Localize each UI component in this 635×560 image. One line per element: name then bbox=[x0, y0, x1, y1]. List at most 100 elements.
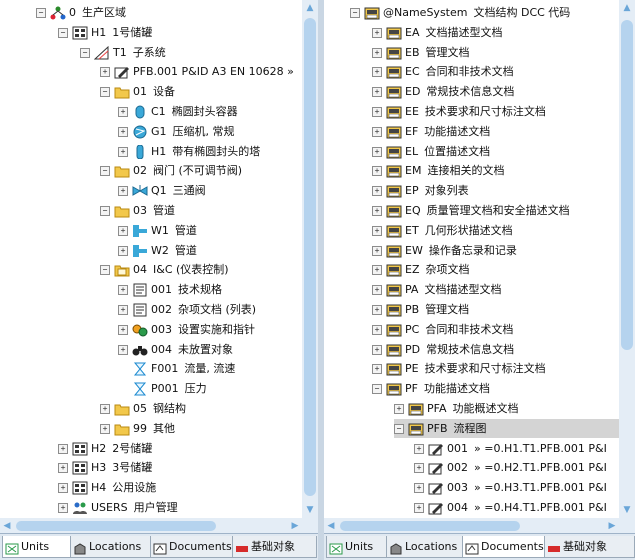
tree-node[interactable]: − 0 生产区域 bbox=[36, 3, 126, 22]
expand-toggle-icon[interactable]: + bbox=[372, 67, 382, 78]
tree-node[interactable]: + EM 连接相关的文档 bbox=[372, 161, 504, 180]
expand-toggle-icon[interactable]: + bbox=[414, 463, 424, 474]
tree-node[interactable]: − @NameSystem 文档结构 DCC 代码 bbox=[350, 3, 570, 22]
left-horizontal-scrollbar[interactable]: ◀ ▶ bbox=[0, 518, 302, 534]
expand-toggle-icon[interactable]: + bbox=[394, 404, 404, 414]
expand-toggle-icon[interactable]: + bbox=[118, 126, 128, 137]
tree-node[interactable]: + G1 压缩机, 常规 bbox=[118, 122, 235, 141]
tab-units[interactable]: Units bbox=[326, 536, 389, 558]
collapse-toggle-icon[interactable]: − bbox=[394, 423, 404, 434]
expand-toggle-icon[interactable]: + bbox=[372, 364, 382, 375]
tree-node[interactable]: +99 其他 bbox=[100, 419, 175, 438]
tree-node[interactable]: +002 » =0.H2.T1.PFB.001 P&I bbox=[414, 458, 607, 477]
expand-toggle-icon[interactable]: + bbox=[372, 344, 382, 355]
right-horizontal-scrollbar[interactable]: ◀ ▶ bbox=[324, 518, 619, 534]
expand-toggle-icon[interactable]: + bbox=[118, 285, 128, 296]
tree-node[interactable]: + C1 椭圆封头容器 bbox=[118, 102, 238, 121]
tree-node[interactable]: P001 压力 bbox=[118, 379, 207, 398]
tab-units[interactable]: Units bbox=[2, 536, 71, 558]
tree-node[interactable]: + PC 合同和非技术文档 bbox=[372, 320, 513, 339]
units-tree[interactable]: −0 生产区域 − H1 1号储罐 − T1 子系统 + PFB.001 P&ID A3 EN 1… bbox=[0, 0, 302, 518]
tree-node[interactable]: + PFB.001 P&ID A3 EN 10628 » bbox=[100, 62, 294, 81]
tree-node[interactable]: +002 杂项文档 (列表) bbox=[118, 300, 256, 319]
documents-tree[interactable]: − @NameSystem 文档结构 DCC 代码 + EA 文档描述型文档 + EB 管理文档… bbox=[324, 0, 619, 518]
scroll-right-arrow-icon[interactable]: ▶ bbox=[605, 518, 619, 534]
collapse-toggle-icon[interactable]: − bbox=[100, 206, 110, 216]
tree-node[interactable]: + EF 功能描述文档 bbox=[372, 122, 490, 141]
tree-node[interactable]: +001 技术规格 bbox=[118, 280, 222, 299]
expand-toggle-icon[interactable]: + bbox=[372, 126, 382, 137]
collapse-toggle-icon[interactable]: − bbox=[100, 166, 110, 177]
tree-node[interactable]: − T1 子系统 bbox=[80, 43, 166, 62]
tree-node[interactable]: + H3 3号储罐 bbox=[58, 458, 152, 477]
expand-toggle-icon[interactable]: + bbox=[58, 503, 68, 513]
expand-toggle-icon[interactable]: + bbox=[414, 483, 424, 494]
tree-node[interactable]: + H4 公用设施 bbox=[58, 478, 156, 497]
tree-node[interactable]: + PD 常规技术信息文档 bbox=[372, 340, 514, 359]
tree-node[interactable]: + ET 几何形状描述文档 bbox=[372, 221, 513, 240]
expand-toggle-icon[interactable]: + bbox=[372, 87, 382, 98]
scroll-right-arrow-icon[interactable]: ▶ bbox=[288, 518, 302, 534]
expand-toggle-icon[interactable]: + bbox=[414, 443, 424, 454]
tree-node[interactable]: + W1 管道 bbox=[118, 221, 197, 240]
scroll-up-arrow-icon[interactable]: ▲ bbox=[302, 0, 318, 16]
tree-node[interactable]: +004 » =0.H4.T1.PFB.001 P&I bbox=[414, 498, 607, 517]
expand-toggle-icon[interactable]: + bbox=[100, 67, 110, 78]
tree-node[interactable]: +003 设置实施和指针 bbox=[118, 320, 255, 339]
scroll-down-arrow-icon[interactable]: ▼ bbox=[302, 502, 318, 518]
right-vertical-scroll-thumb[interactable] bbox=[621, 20, 633, 350]
tab-documents[interactable]: Documents bbox=[462, 536, 547, 558]
tree-node[interactable]: − H1 1号储罐 bbox=[58, 23, 152, 42]
tree-node[interactable]: +001 » =0.H1.T1.PFB.001 P&I bbox=[414, 439, 607, 458]
left-vertical-scrollbar[interactable]: ▲ ▼ bbox=[302, 0, 318, 518]
expand-toggle-icon[interactable]: + bbox=[372, 47, 382, 58]
tree-node[interactable]: + PA 文档描述型文档 bbox=[372, 280, 501, 299]
scroll-left-arrow-icon[interactable]: ◀ bbox=[324, 518, 338, 534]
right-vertical-scrollbar[interactable]: ▲ ▼ bbox=[619, 0, 635, 518]
tree-node[interactable]: + EA 文档描述型文档 bbox=[372, 23, 502, 42]
tree-node[interactable]: + EP 对象列表 bbox=[372, 181, 469, 200]
tab-locations[interactable]: Locations bbox=[386, 536, 465, 558]
tree-node[interactable]: + H2 2号储罐 bbox=[58, 439, 152, 458]
tab-base-objects[interactable]: 基础对象 bbox=[544, 536, 635, 558]
tree-node[interactable]: + H1 带有椭圆封头的塔 bbox=[118, 142, 260, 161]
expand-toggle-icon[interactable]: + bbox=[58, 483, 68, 494]
expand-toggle-icon[interactable]: + bbox=[372, 245, 382, 256]
scroll-down-arrow-icon[interactable]: ▼ bbox=[619, 502, 635, 518]
tab-base-objects[interactable]: 基础对象 bbox=[232, 536, 317, 558]
tree-node[interactable]: + PB 管理文档 bbox=[372, 300, 469, 319]
tree-node[interactable]: + PE 技术要求和尺寸标注文档 bbox=[372, 359, 546, 378]
expand-toggle-icon[interactable]: + bbox=[118, 344, 128, 355]
expand-toggle-icon[interactable]: + bbox=[118, 186, 128, 197]
expand-toggle-icon[interactable]: + bbox=[118, 146, 128, 157]
expand-toggle-icon[interactable]: + bbox=[372, 27, 382, 38]
expand-toggle-icon[interactable]: + bbox=[118, 305, 128, 315]
collapse-toggle-icon[interactable]: − bbox=[100, 87, 110, 98]
tab-documents[interactable]: Documents bbox=[150, 536, 233, 558]
collapse-toggle-icon[interactable]: − bbox=[80, 47, 90, 58]
tree-node[interactable]: + EQ 质量管理文档和安全描述文档 bbox=[372, 201, 570, 220]
tree-node[interactable]: + EL 位置描述文档 bbox=[372, 142, 490, 161]
tree-node[interactable]: + EZ 杂项文档 bbox=[372, 260, 470, 279]
left-horizontal-scroll-thumb[interactable] bbox=[16, 521, 216, 531]
scroll-left-arrow-icon[interactable]: ◀ bbox=[0, 518, 14, 534]
tree-node[interactable]: − PFB 流程图 bbox=[394, 418, 619, 438]
expand-toggle-icon[interactable]: + bbox=[372, 265, 382, 276]
expand-toggle-icon[interactable]: + bbox=[372, 186, 382, 197]
tree-node[interactable]: − 01 设备 bbox=[100, 82, 175, 101]
tree-node[interactable]: +05 钢结构 bbox=[100, 399, 186, 418]
scroll-up-arrow-icon[interactable]: ▲ bbox=[619, 0, 635, 16]
expand-toggle-icon[interactable]: + bbox=[372, 166, 382, 177]
tree-node[interactable]: + EE 技术要求和尺寸标注文档 bbox=[372, 102, 546, 121]
expand-toggle-icon[interactable]: + bbox=[372, 146, 382, 157]
collapse-toggle-icon[interactable]: − bbox=[36, 8, 46, 18]
expand-toggle-icon[interactable]: + bbox=[372, 225, 382, 236]
left-vertical-scroll-thumb[interactable] bbox=[304, 18, 316, 496]
expand-toggle-icon[interactable]: + bbox=[58, 463, 68, 474]
expand-toggle-icon[interactable]: + bbox=[100, 404, 110, 414]
collapse-toggle-icon[interactable]: − bbox=[372, 384, 382, 395]
expand-toggle-icon[interactable]: + bbox=[118, 225, 128, 236]
tree-node[interactable]: + USERS 用户管理 bbox=[58, 498, 178, 517]
right-horizontal-scroll-thumb[interactable] bbox=[340, 521, 520, 531]
expand-toggle-icon[interactable]: + bbox=[58, 443, 68, 454]
